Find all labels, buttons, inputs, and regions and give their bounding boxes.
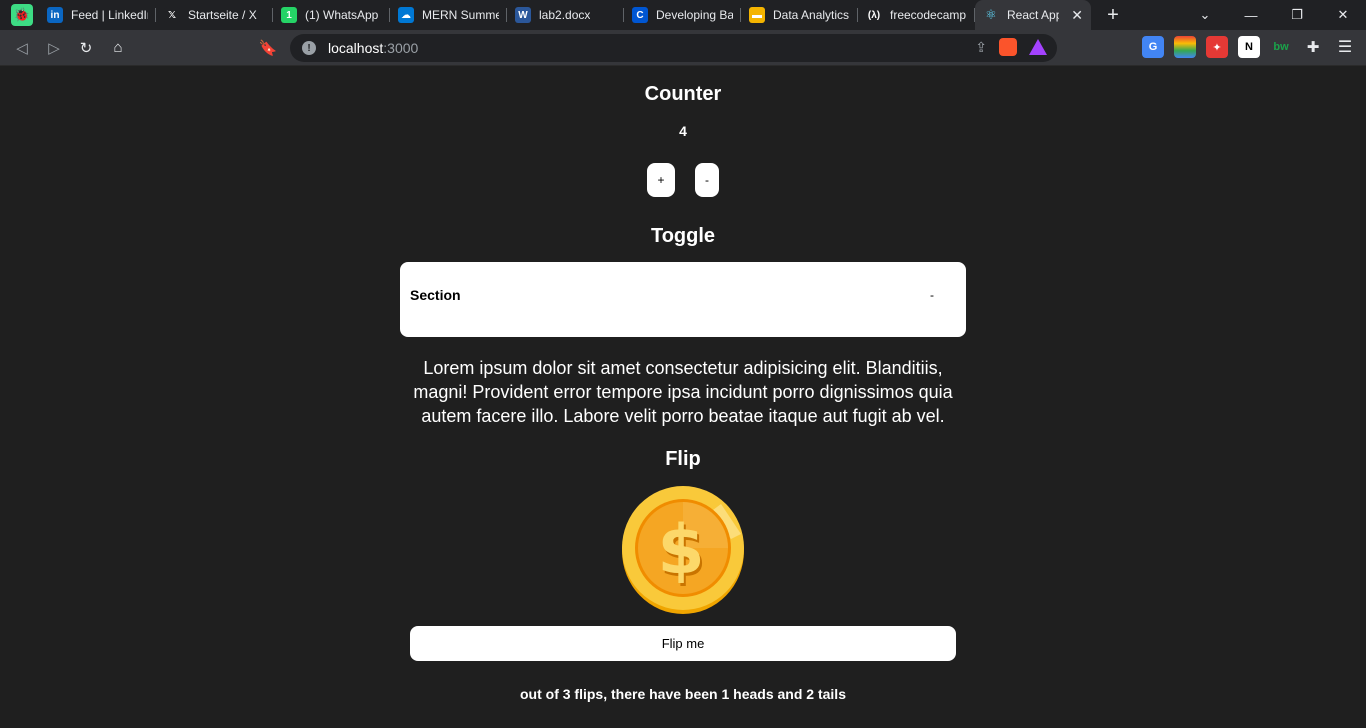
tab-freecodecamp[interactable]: (λ) freecodecamp. [858, 0, 975, 30]
toggle-content: Lorem ipsum dolor sit amet consectetur a… [413, 358, 953, 426]
red-extension-icon[interactable]: ✦ [1206, 36, 1228, 58]
slides-icon: ▬ [749, 7, 765, 23]
section-label: Section [410, 287, 461, 303]
notion-extension-icon[interactable]: N [1238, 36, 1260, 58]
counter-value: 4 [679, 123, 687, 139]
tab-label: Startseite / X [188, 8, 257, 22]
green-extension-icon[interactable]: bw [1270, 36, 1292, 58]
bookmark-icon[interactable]: 🔖 [252, 32, 284, 64]
tab-label: Developing Ba [656, 8, 733, 22]
tab-label: (1) WhatsApp [305, 8, 379, 22]
close-icon[interactable]: ✕ [1071, 7, 1083, 24]
tab-label: MERN Summer [422, 8, 499, 22]
puzzle-icon[interactable]: ✚ [1302, 36, 1324, 58]
tab-strip: 🐞 in Feed | LinkedIn 𝕏 Startseite / X 1 (1) W… [0, 0, 1366, 30]
url-host: localhost [328, 40, 384, 56]
collapse-toggle[interactable]: - [930, 288, 934, 302]
tab-label: Data Analytics [773, 8, 850, 22]
tab-active[interactable]: ⚛ React App ✕ [975, 0, 1091, 30]
tab-coursera[interactable]: C Developing Ba [624, 0, 741, 30]
url-port: :3000 [383, 40, 419, 56]
flip-title: Flip [665, 448, 701, 470]
onedrive-icon: ☁ [398, 7, 414, 23]
tab-search-icon[interactable]: ⌄ [1182, 0, 1228, 30]
brave-shields-icon[interactable] [999, 38, 1017, 56]
increment-button[interactable]: + [647, 163, 675, 197]
toggle-title: Toggle [650, 225, 716, 247]
flip-summary: out of 3 flips, there have been 1 heads … [520, 686, 846, 702]
whatsapp-icon: 1 [281, 7, 297, 23]
word-icon: W [515, 7, 531, 23]
address-bar[interactable]: ! localhost:3000 ⇪ [290, 34, 1057, 62]
svg-text:$: $ [657, 511, 704, 590]
coursera-icon: C [632, 7, 648, 23]
restore-button[interactable]: ❐ [1274, 0, 1320, 30]
extensions-area: G ✦ N bw ✚ ☰ [1142, 36, 1356, 58]
colorful-extension-icon[interactable] [1174, 36, 1196, 58]
x-icon: 𝕏 [164, 7, 180, 23]
decrement-button[interactable]: - [695, 163, 719, 197]
coin-heads-icon: $ $ [622, 486, 744, 614]
counter-title: Counter [644, 83, 722, 105]
tab-linkedin[interactable]: in Feed | LinkedIn [39, 0, 156, 30]
back-button[interactable]: ◁ [6, 32, 38, 64]
linkedin-icon: in [47, 7, 63, 23]
minimize-button[interactable]: — [1228, 0, 1274, 30]
menu-icon[interactable]: ☰ [1334, 36, 1356, 58]
bug-icon[interactable]: 🐞 [11, 4, 33, 26]
flip-button[interactable]: Flip me [410, 626, 956, 661]
translate-extension-icon[interactable]: G [1142, 36, 1164, 58]
tab-label: Feed | LinkedIn [71, 8, 148, 22]
toggle-section-card[interactable]: Section - [400, 262, 966, 337]
url-text: localhost:3000 [328, 40, 418, 56]
page-content: Counter 4 + - Toggle Section - Lorem ips… [0, 67, 1366, 728]
tab-label: freecodecamp. [890, 8, 967, 22]
close-window-button[interactable]: ✕ [1320, 0, 1366, 30]
counter-buttons: + - [647, 163, 719, 197]
tab-whatsapp[interactable]: 1 (1) WhatsApp [273, 0, 390, 30]
browser-toolbar: ◁ ▷ ↻ ⌂ 🔖 ! localhost:3000 ⇪ G ✦ N bw ✚ … [0, 30, 1366, 66]
tab-onedrive[interactable]: ☁ MERN Summer [390, 0, 507, 30]
window-controls: ⌄ — ❐ ✕ [1182, 0, 1366, 30]
freecodecamp-icon: (λ) [866, 7, 882, 23]
reload-button[interactable]: ↻ [70, 32, 102, 64]
react-icon: ⚛ [985, 7, 997, 22]
home-button[interactable]: ⌂ [102, 32, 134, 64]
tab-slides[interactable]: ▬ Data Analytics [741, 0, 858, 30]
share-icon[interactable]: ⇪ [975, 39, 987, 56]
brave-rewards-icon[interactable] [1029, 39, 1047, 55]
new-tab-button[interactable]: + [1097, 0, 1129, 30]
tab-label: lab2.docx [539, 8, 591, 22]
forward-button[interactable]: ▷ [38, 32, 70, 64]
tab-word[interactable]: Wlab2.docx [507, 0, 624, 30]
info-icon[interactable]: ! [302, 41, 316, 55]
tab-x[interactable]: 𝕏 Startseite / X [156, 0, 273, 30]
tab-label: React App [1007, 8, 1060, 22]
